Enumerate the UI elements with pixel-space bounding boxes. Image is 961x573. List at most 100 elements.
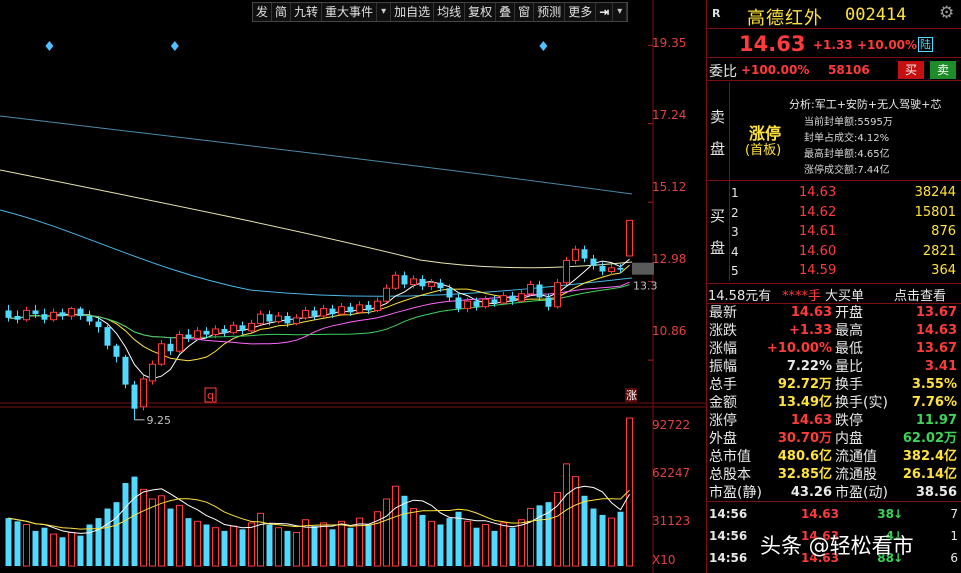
order-book-row: 4 14.60 2821 xyxy=(707,243,961,261)
quote-value: 92.72万 xyxy=(777,377,832,392)
volume-bar xyxy=(581,495,588,566)
toolbar-item[interactable]: 发 xyxy=(253,3,273,21)
kline-chart-svg[interactable]: 9.25 13.3 q 涨 xyxy=(0,0,706,573)
ma-120-line xyxy=(0,169,633,269)
order-volume: 15801 xyxy=(914,204,956,220)
quote-row: 总股本 32.85亿 流通股 26.14亿 xyxy=(707,466,961,484)
toolbar-item[interactable]: ▾ xyxy=(613,3,628,21)
toolbar-item[interactable]: 叠 xyxy=(496,3,516,21)
volume-bar xyxy=(167,508,174,566)
quote-value: 7.22% xyxy=(786,359,832,374)
volume-ma-10-line xyxy=(8,489,630,530)
quote-key: 外盘 xyxy=(709,431,737,447)
price-row: 14.63 +1.33 +10.00% 陆 xyxy=(707,32,961,56)
candle-body xyxy=(5,310,12,318)
volume-bar xyxy=(140,488,147,567)
big-order-type: 大买单 xyxy=(825,289,865,304)
volume-bar xyxy=(419,514,426,566)
quote-key: 金额 xyxy=(709,395,737,411)
order-price: 14.63 xyxy=(799,185,837,200)
toolbar-item[interactable]: 重大事件 xyxy=(322,3,378,21)
volume-bar xyxy=(347,527,354,566)
big-order-link[interactable]: 点击查看 xyxy=(894,285,946,304)
toolbar-item[interactable]: 窗 xyxy=(515,3,535,21)
candle-body xyxy=(68,308,75,317)
sell-button[interactable]: 卖 xyxy=(930,61,956,79)
candle-body xyxy=(275,315,282,323)
order-book-row: 2 14.62 15801 xyxy=(707,204,961,222)
toolbar-item[interactable]: 更多 xyxy=(565,3,597,21)
quote-value: 382.4亿 xyxy=(902,449,957,464)
candle-body xyxy=(419,278,426,287)
kline-chart-area[interactable]: 9.25 13.3 q 涨 发简九转 重大事件 ▾ 加自选 均线 复权叠窗预测 更多 ⇥ ▾ 19.3… xyxy=(0,0,706,573)
candle-body xyxy=(455,297,462,309)
candle-body xyxy=(446,288,453,298)
volume-tick: 92722 xyxy=(652,418,691,432)
candle-body xyxy=(347,306,354,313)
tick-count: 6 xyxy=(950,551,958,565)
low-price-label: 9.25 xyxy=(147,414,172,427)
volume-bar xyxy=(104,508,111,566)
toolbar-item[interactable]: ⇥ xyxy=(596,3,614,21)
tick-time: 14:56 xyxy=(709,551,748,565)
candle-body xyxy=(392,274,399,289)
volume-bar xyxy=(266,524,273,566)
order-price: 14.61 xyxy=(799,224,837,239)
toolbar-item[interactable]: ▾ xyxy=(377,3,392,21)
candle-body xyxy=(473,301,480,307)
gear-icon[interactable]: ⚙ xyxy=(939,3,954,23)
candle-body xyxy=(41,314,48,320)
candle-body xyxy=(545,297,552,307)
volume-bar xyxy=(401,495,408,566)
quote-key: 市盈(动) xyxy=(835,485,888,501)
order-price: 14.59 xyxy=(799,263,837,278)
candle-body xyxy=(293,317,300,324)
chart-toolbar: 发简九转 重大事件 ▾ 加自选 均线 复权叠窗预测 更多 ⇥ ▾ xyxy=(252,2,629,22)
toolbar-item[interactable]: 均线 xyxy=(434,3,466,21)
price-change: +1.33 xyxy=(813,38,853,52)
candle-body xyxy=(185,334,192,339)
volume-bar xyxy=(482,524,489,567)
candle-body xyxy=(257,313,264,324)
candle-body xyxy=(284,316,291,324)
candle-body xyxy=(581,249,588,259)
volume-bar xyxy=(617,511,624,566)
quote-value: +1.33 xyxy=(789,323,832,338)
volume-bar xyxy=(131,476,138,566)
toolbar-item[interactable]: 预测 xyxy=(534,3,566,21)
order-price: 14.62 xyxy=(799,204,837,220)
volume-unit: X10 xyxy=(652,553,676,567)
limit-line: 涨停成交额:7.44亿 xyxy=(804,165,890,176)
quote-row: 外盘 30.70万 内盘 62.02万 xyxy=(707,430,961,448)
volume-bar xyxy=(248,522,255,567)
tick-time: 14:56 xyxy=(709,529,748,543)
price-tick: 17.24 xyxy=(652,108,687,122)
candle-body xyxy=(140,378,147,408)
candle-body xyxy=(113,345,120,357)
quote-key: 涨幅 xyxy=(709,341,737,357)
volume-bar xyxy=(563,463,570,567)
toolbar-item[interactable]: 复权 xyxy=(465,3,497,21)
candle-body xyxy=(59,312,66,317)
order-level: 5 xyxy=(731,264,739,278)
volume-bar xyxy=(608,517,615,567)
candle-body xyxy=(221,328,228,333)
toolbar-item[interactable]: 加自选 xyxy=(391,3,435,21)
volume-bar xyxy=(320,522,327,567)
volume-bar xyxy=(311,526,318,566)
volume-bar xyxy=(158,495,165,567)
buy-button[interactable]: 买 xyxy=(898,61,924,79)
big-order-mid: ****手 xyxy=(782,289,822,304)
quote-value: 3.41 xyxy=(924,359,957,374)
price-tick: 10.86 xyxy=(652,324,687,338)
event-diamond-icon xyxy=(539,41,548,51)
candle-body xyxy=(131,384,138,409)
volume-tick: 62247 xyxy=(652,466,691,480)
toolbar-item[interactable]: 简 xyxy=(272,3,292,21)
quote-key: 换手 xyxy=(835,377,863,393)
volume-bar xyxy=(599,514,606,566)
toolbar-item[interactable]: 九转 xyxy=(291,3,323,21)
quote-row: 总手 92.72万 换手 3.55% xyxy=(707,376,961,394)
candle-body xyxy=(212,328,219,336)
big-order-row[interactable]: 14.58元有 ****手 大买单 点击查看 xyxy=(707,285,961,304)
